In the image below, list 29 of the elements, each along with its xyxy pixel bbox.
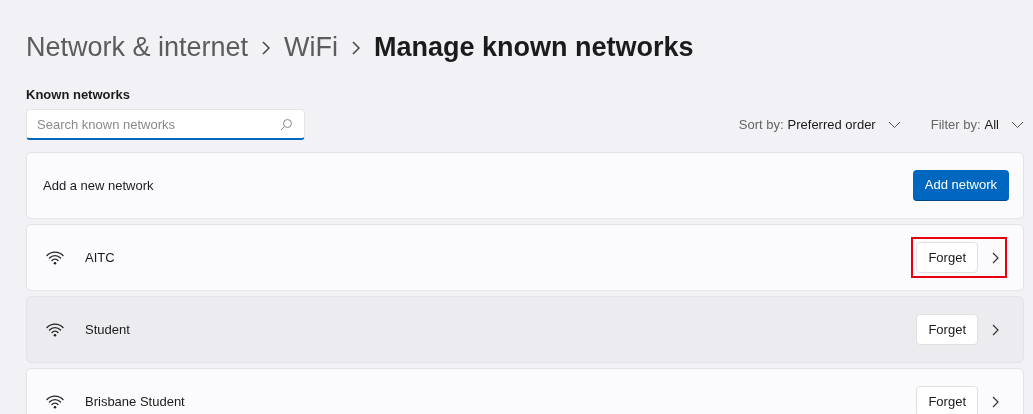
chevron-down-icon xyxy=(1011,120,1024,129)
search-icon xyxy=(280,118,293,131)
chevron-right-icon xyxy=(262,40,271,55)
network-name: Student xyxy=(85,320,131,339)
section-title: Known networks xyxy=(26,86,131,104)
breadcrumb-link[interactable]: Network & internet xyxy=(26,27,249,68)
network-name: AITC xyxy=(85,248,116,267)
filter-dropdown[interactable]: Filter by: All xyxy=(930,114,1024,135)
page-title: Manage known networks xyxy=(374,31,694,65)
network-row[interactable]: Student Forget xyxy=(26,296,1024,363)
chevron-right-icon xyxy=(352,40,361,55)
network-row[interactable]: Brisbane Student Forget xyxy=(26,368,1024,414)
forget-button[interactable]: Forget xyxy=(916,386,978,414)
wifi-icon xyxy=(46,394,64,409)
search-field[interactable]: Search known networks xyxy=(26,109,305,140)
chevron-down-icon xyxy=(887,120,901,129)
add-network-button[interactable]: Add network xyxy=(912,170,1009,201)
network-name: Brisbane Student xyxy=(85,392,186,411)
chevron-right-icon[interactable] xyxy=(992,251,999,264)
chevron-right-icon[interactable] xyxy=(992,395,999,408)
forget-button[interactable]: Forget xyxy=(916,242,978,273)
breadcrumb-link[interactable]: WiFi xyxy=(284,27,339,68)
network-row[interactable]: AITC Forget xyxy=(26,224,1024,291)
wifi-icon xyxy=(46,322,64,337)
chevron-right-icon[interactable] xyxy=(992,323,999,336)
forget-button[interactable]: Forget xyxy=(916,314,978,345)
sort-dropdown[interactable]: Sort by: Preferred order xyxy=(738,114,901,135)
add-network-label: Add a new network xyxy=(43,176,154,195)
wifi-icon xyxy=(46,250,64,265)
